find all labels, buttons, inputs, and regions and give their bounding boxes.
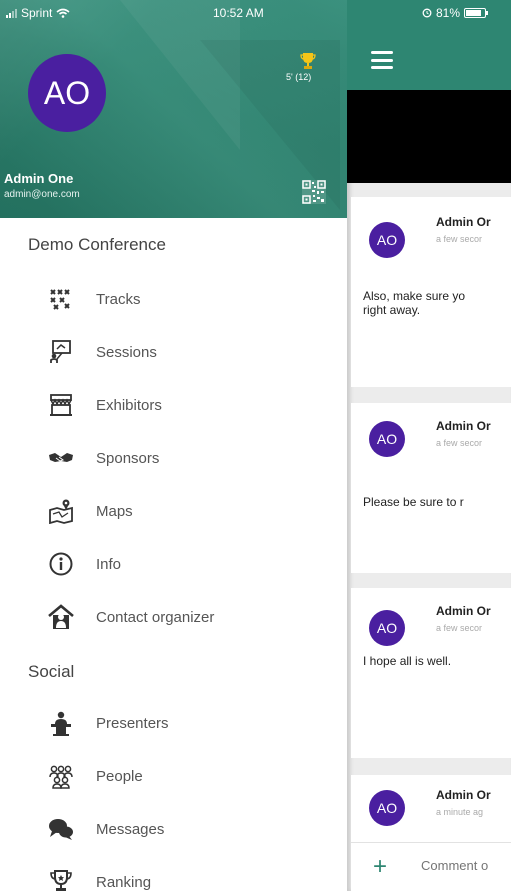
menu-item-tracks[interactable]: Tracks [46, 279, 336, 319]
feed-panel: 81% AO Admin Or a few secor Also, make s… [347, 0, 511, 891]
score-label: 5' (12) [286, 72, 312, 82]
presenter-podium-icon [46, 708, 76, 738]
post-time: a few secor [436, 438, 483, 448]
alarm-icon [422, 8, 432, 18]
post-time: a few secor [436, 234, 483, 244]
feed-post[interactable]: AO Admin Or a few secor I hope all is we… [351, 588, 511, 758]
battery-percent: 81% [436, 6, 461, 20]
menu-item-exhibitors[interactable]: Exhibitors [46, 385, 336, 425]
menu-item-maps[interactable]: Maps [46, 491, 336, 531]
post-avatar[interactable]: AO [369, 222, 405, 258]
ranking-trophy-icon [46, 867, 76, 891]
status-battery: 81% [422, 6, 489, 20]
post-author: Admin Or [436, 419, 491, 433]
post-avatar[interactable]: AO [369, 790, 405, 826]
profile-avatar[interactable]: AO [28, 54, 106, 132]
comment-bar: + [351, 842, 511, 891]
feed-post[interactable]: AO Admin Or a few secor Also, make sure … [351, 197, 511, 387]
handshake-icon [46, 443, 76, 473]
menu-item-info[interactable]: Info [46, 544, 336, 584]
feed-post[interactable]: AO Admin Or a minute ag [351, 775, 511, 845]
carrier-label: Sprint [21, 6, 53, 20]
menu-item-messages[interactable]: Messages [46, 809, 336, 849]
post-author: Admin Or [436, 604, 491, 618]
section-title-conference: Demo Conference [28, 235, 166, 254]
menu-item-people[interactable]: People [46, 756, 336, 796]
menu-label: Messages [96, 820, 165, 838]
menu-item-ranking[interactable]: Ranking [46, 862, 336, 891]
post-time: a few secor [436, 623, 483, 633]
comment-input[interactable] [421, 858, 511, 873]
menu-label: Sessions [96, 343, 157, 361]
post-avatar[interactable]: AO [369, 610, 405, 646]
chat-bubbles-icon [46, 814, 76, 844]
menu-label: Sponsors [96, 449, 160, 467]
post-time: a minute ag [436, 807, 484, 817]
people-icon [46, 761, 76, 791]
organizer-house-icon [46, 602, 76, 632]
post-avatar[interactable]: AO [369, 421, 405, 457]
battery-icon [464, 8, 489, 18]
qr-code-icon[interactable] [302, 180, 326, 204]
status-carrier: Sprint [6, 6, 70, 20]
feed-post[interactable]: AO Admin Or a few secor Please be sure t… [351, 403, 511, 573]
menu-item-sponsors[interactable]: Sponsors [46, 438, 336, 478]
menu-label: People [96, 767, 143, 785]
menu-label: Contact organizer [96, 608, 215, 626]
menu-hamburger-icon[interactable] [371, 51, 393, 69]
menu-label: Ranking [96, 873, 152, 891]
menu-label: Info [96, 555, 122, 573]
post-author: Admin Or [436, 215, 491, 229]
profile-header: Sprint 10:52 AM AO 5' (12) Admin One adm… [0, 0, 347, 218]
post-text-line: Please be sure to r [363, 495, 464, 509]
sessions-icon [46, 337, 76, 367]
info-icon [46, 549, 76, 579]
post-author: Admin Or [436, 788, 491, 802]
tracks-icon [46, 284, 76, 314]
post-text-line: I hope all is well. [363, 654, 452, 668]
menu-item-sessions[interactable]: Sessions [46, 332, 336, 372]
user-email: admin@one.com [4, 189, 80, 200]
user-name: Admin One [4, 171, 74, 186]
menu-label: Presenters [96, 714, 169, 732]
menu-item-contact-organizer[interactable]: Contact organizer [46, 597, 336, 637]
app-toolbar: 81% [347, 0, 511, 90]
post-text-line: right away. [363, 303, 421, 317]
menu-label: Tracks [96, 290, 141, 308]
navigation-drawer: Sprint 10:52 AM AO 5' (12) Admin One adm… [0, 0, 347, 891]
section-title-social: Social [28, 662, 75, 681]
exhibitor-booth-icon [46, 390, 76, 420]
signal-icon [6, 8, 17, 18]
trophy-icon[interactable] [300, 52, 316, 70]
map-icon [46, 496, 76, 526]
menu-label: Maps [96, 502, 133, 520]
add-comment-icon[interactable]: + [373, 855, 387, 879]
post-text-line: Also, make sure yo [363, 289, 466, 303]
banner-image [347, 90, 511, 183]
menu-item-presenters[interactable]: Presenters [46, 703, 336, 743]
wifi-icon [56, 8, 70, 18]
status-time: 10:52 AM [213, 6, 264, 20]
menu-label: Exhibitors [96, 396, 162, 414]
